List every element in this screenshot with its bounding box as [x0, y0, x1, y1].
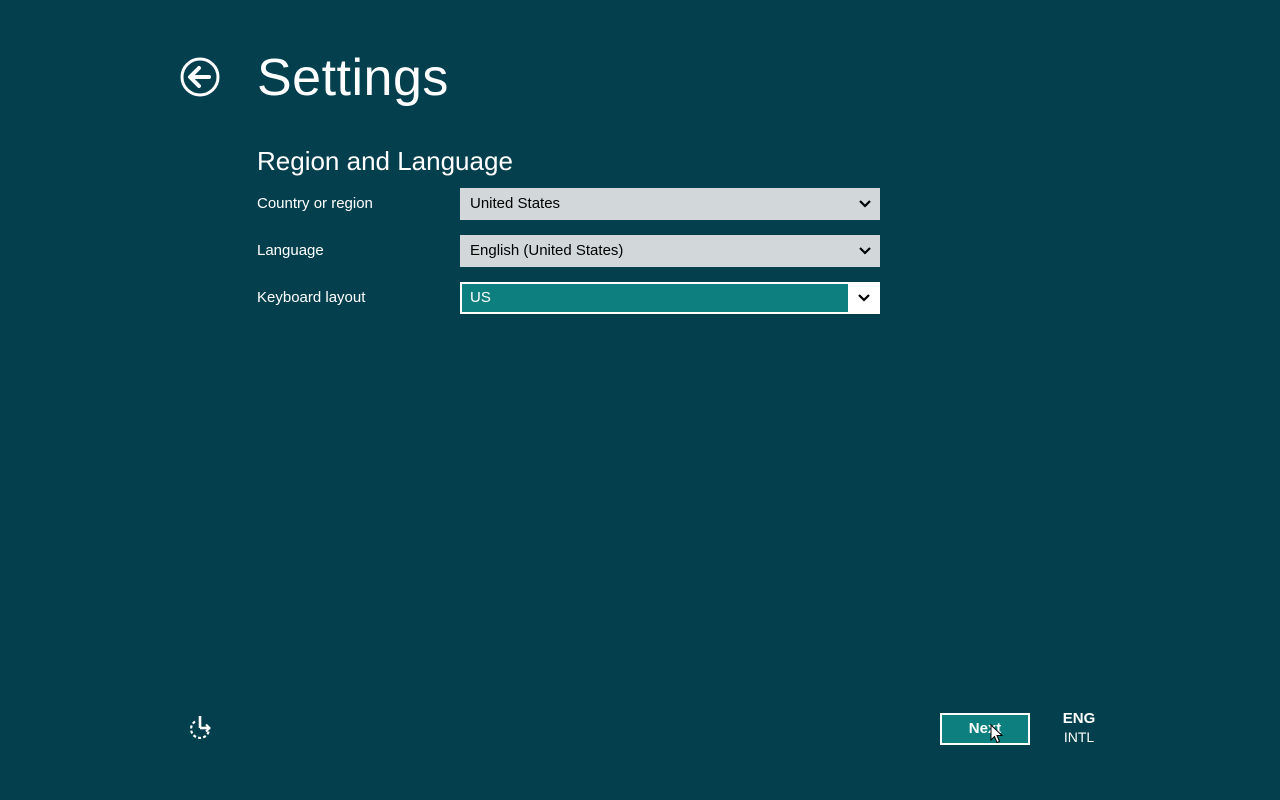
next-button[interactable]: Next: [940, 713, 1030, 745]
keyboard-layout-value: US: [470, 289, 491, 306]
country-region-label: Country or region: [257, 195, 373, 212]
input-language-indicator[interactable]: ENG INTL: [1058, 709, 1100, 747]
back-button[interactable]: [180, 57, 220, 97]
chevron-down-icon: [859, 247, 871, 255]
back-arrow-circle-icon: [180, 57, 220, 97]
keyboard-layout-label: Keyboard layout: [257, 289, 366, 306]
page-title: Settings: [257, 49, 449, 107]
country-region-value: United States: [470, 195, 561, 212]
country-region-select[interactable]: United States: [460, 188, 880, 220]
section-title: Region and Language: [257, 146, 513, 176]
ease-of-access-icon: [189, 716, 211, 740]
chevron-down-icon: [858, 294, 870, 302]
chevron-down-icon: [859, 200, 871, 208]
language-label: Language: [257, 242, 324, 259]
language-select[interactable]: English (United States): [460, 235, 880, 267]
keyboard-layout-select[interactable]: US: [460, 282, 880, 314]
input-layout-code: INTL: [1063, 729, 1095, 745]
language-value: English (United States): [470, 242, 624, 259]
input-language-code: ENG: [1062, 710, 1096, 727]
ease-of-access-button[interactable]: [186, 714, 214, 742]
keyboard-layout-highlight: US: [462, 284, 848, 312]
